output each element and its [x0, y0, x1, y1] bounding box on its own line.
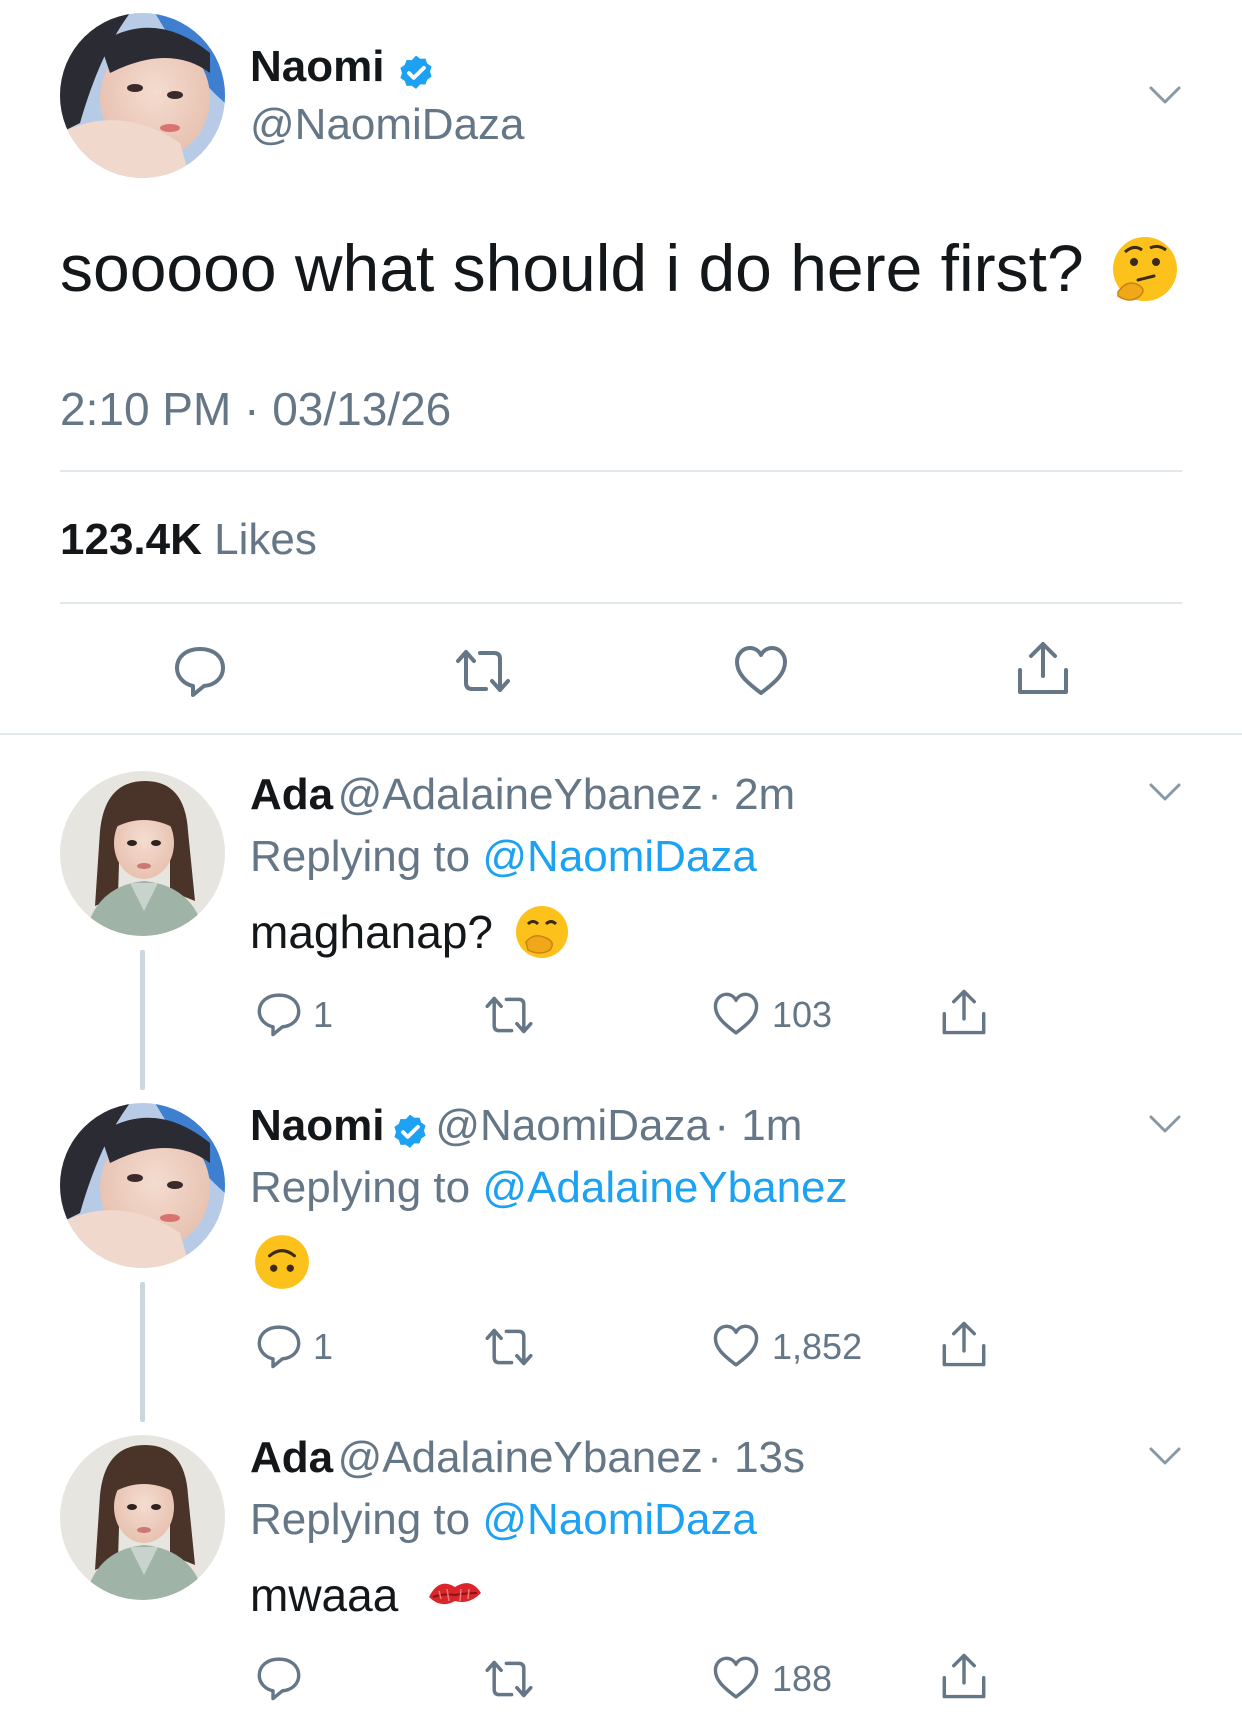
like-count: 1,852: [772, 1326, 863, 1367]
reply-count: 1: [313, 1326, 334, 1367]
verified-badge-icon: [400, 55, 432, 89]
reply-count: 1: [313, 994, 334, 1035]
reply-author-name[interactable]: Ada: [250, 770, 333, 819]
like-icon[interactable]: [712, 990, 760, 1038]
replying-to: Replying to @NaomiDaza: [250, 832, 757, 882]
tweet-timestamp: 2:10 PM · 03/13/26: [60, 383, 452, 435]
retweet-icon[interactable]: [482, 1656, 536, 1702]
share-icon[interactable]: [940, 986, 988, 1038]
reply-icon[interactable]: [255, 990, 303, 1038]
like-icon[interactable]: [712, 1654, 760, 1702]
reply-text: mwaaa: [250, 1569, 399, 1621]
reply-author-name[interactable]: Ada: [250, 1433, 333, 1482]
author-handle[interactable]: @NaomiDaza: [250, 100, 525, 150]
like-count: 188: [772, 1658, 833, 1699]
kiss-mark-icon: [429, 1582, 482, 1605]
reply-header: Ada @AdalaineYbanez · 2m: [250, 770, 795, 820]
share-icon[interactable]: [940, 1318, 988, 1370]
tweet-body: sooooo what should i do here first?: [60, 230, 1180, 306]
retweet-icon[interactable]: [482, 1324, 536, 1370]
likes-count: 123.4K: [60, 515, 202, 564]
avatar-naomi[interactable]: [60, 1103, 225, 1268]
reply-age: · 1m: [714, 1101, 803, 1150]
replying-to-link[interactable]: @NaomiDaza: [482, 1495, 757, 1544]
like-icon[interactable]: [712, 1322, 760, 1370]
reply-body: mwaaa: [250, 1568, 485, 1622]
share-icon[interactable]: [940, 1650, 988, 1702]
reply-header: Ada @AdalaineYbanez · 13s: [250, 1433, 805, 1483]
chevron-down-icon[interactable]: [1145, 1436, 1185, 1476]
divider: [0, 733, 1242, 735]
reply-icon[interactable]: [255, 1322, 303, 1370]
tweet-text: sooooo what should i do here first?: [60, 231, 1084, 305]
hand-over-mouth-icon: [515, 905, 568, 958]
reply-author-handle[interactable]: @NaomiDaza: [435, 1101, 710, 1150]
chevron-down-icon[interactable]: [1145, 772, 1185, 812]
retweet-icon[interactable]: [482, 992, 536, 1038]
reply-author-handle[interactable]: @AdalaineYbanez: [338, 1433, 703, 1482]
retweet-icon[interactable]: [452, 645, 514, 697]
likes-stat[interactable]: 123.4K Likes: [60, 515, 317, 565]
thread-line: [140, 950, 145, 1090]
replying-prefix: Replying to: [250, 1163, 471, 1212]
author-row: Naomi: [250, 42, 437, 95]
author-name[interactable]: Naomi: [250, 42, 384, 91]
avatar-ada[interactable]: [60, 771, 225, 936]
like-count: 103: [772, 994, 833, 1035]
replying-to-link[interactable]: @NaomiDaza: [482, 832, 757, 881]
thinking-face-icon: [1113, 236, 1177, 301]
likes-label: Likes: [214, 515, 317, 564]
verified-badge-icon: [394, 1114, 426, 1148]
reply-icon[interactable]: [172, 643, 228, 699]
reply-author-name[interactable]: Naomi: [250, 1101, 384, 1150]
reply-body: maghanap?: [250, 905, 570, 960]
replying-to-link[interactable]: @AdalaineYbanez: [482, 1163, 847, 1212]
reply-author-handle[interactable]: @AdalaineYbanez: [338, 770, 703, 819]
share-icon[interactable]: [1015, 638, 1071, 698]
replying-prefix: Replying to: [250, 832, 471, 881]
replying-prefix: Replying to: [250, 1495, 471, 1544]
avatar-naomi[interactable]: [60, 13, 225, 178]
divider: [60, 470, 1182, 472]
chevron-down-icon[interactable]: [1145, 1104, 1185, 1144]
thread-line: [140, 1282, 145, 1422]
reply-age: · 2m: [707, 770, 796, 819]
like-icon[interactable]: [733, 643, 789, 699]
divider: [60, 602, 1182, 604]
reply-age: · 13s: [707, 1433, 806, 1482]
reply-text: maghanap?: [250, 906, 493, 958]
avatar-ada[interactable]: [60, 1435, 225, 1600]
replying-to: Replying to @AdalaineYbanez: [250, 1163, 848, 1213]
replying-to: Replying to @NaomiDaza: [250, 1495, 757, 1545]
upside-down-face-icon: [255, 1235, 309, 1289]
reply-header: Naomi @NaomiDaza · 1m: [250, 1101, 802, 1154]
reply-icon[interactable]: [255, 1654, 303, 1702]
chevron-down-icon[interactable]: [1145, 75, 1185, 115]
